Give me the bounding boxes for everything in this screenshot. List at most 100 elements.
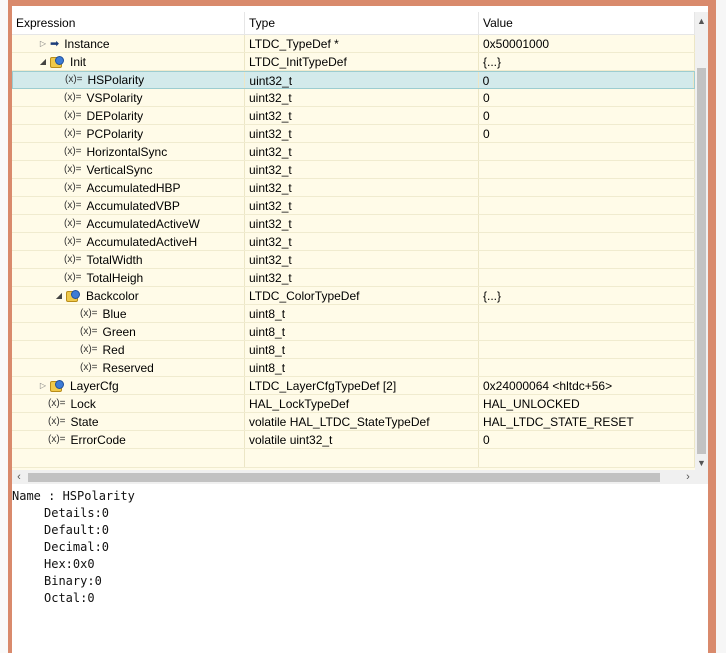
expand-arrow-right-icon[interactable]: ▷	[38, 377, 48, 394]
tree-row[interactable]: (x)= TotalHeigh uint32_t	[12, 269, 695, 287]
expression-cell: (x)= State	[12, 413, 245, 430]
value-cell[interactable]	[479, 341, 695, 358]
tree-row[interactable]: (x)= HSPolarity uint32_t 0	[12, 71, 695, 89]
type-cell: uint32_t	[245, 89, 479, 106]
value-cell[interactable]	[479, 179, 695, 196]
value-cell[interactable]: 0x50001000	[479, 35, 695, 52]
details-line: Binary:0	[44, 574, 102, 588]
expression-cell: (x)= Lock	[12, 395, 245, 412]
tree-row[interactable]: (x)= ErrorCode volatile uint32_t 0	[12, 431, 695, 449]
type-cell: uint32_t	[245, 72, 479, 88]
value-cell[interactable]: HAL_LTDC_STATE_RESET	[479, 413, 695, 430]
tree-row[interactable]: (x)= AccumulatedActiveH uint32_t	[12, 233, 695, 251]
tree-header: Expression Type Value	[12, 12, 695, 35]
column-header-value[interactable]: Value	[479, 12, 695, 34]
expression-cell: (x)= VSPolarity	[12, 89, 245, 106]
horizontal-scroll-thumb[interactable]	[28, 473, 660, 482]
value-cell[interactable]: 0	[479, 431, 695, 448]
vertical-scroll-thumb[interactable]	[697, 68, 706, 454]
scroll-left-icon[interactable]: ‹	[12, 470, 26, 484]
variable-icon: (x)=	[64, 127, 82, 139]
tree-row[interactable]: (x)= PCPolarity uint32_t 0	[12, 125, 695, 143]
tree-row[interactable]: ▷ LayerCfg LTDC_LayerCfgTypeDef [2] 0x24000…	[12, 377, 695, 395]
value-cell[interactable]: {...}	[479, 53, 695, 70]
value-cell[interactable]	[479, 323, 695, 340]
tree-row[interactable]: (x)= Green uint8_t	[12, 323, 695, 341]
expression-cell: ◢ Init	[12, 53, 245, 70]
expand-arrow-right-icon[interactable]: ▷	[38, 35, 48, 52]
expression-name: VerticalSync	[86, 162, 153, 177]
value-cell[interactable]	[479, 305, 695, 322]
expression-cell: ▷ LayerCfg	[12, 377, 245, 394]
value-cell[interactable]	[479, 143, 695, 160]
tree-row[interactable]: (x)= Reserved uint8_t	[12, 359, 695, 377]
tree-row[interactable]: (x)= DEPolarity uint32_t 0	[12, 107, 695, 125]
value-cell[interactable]	[479, 359, 695, 376]
value-cell[interactable]: 0	[479, 89, 695, 106]
tree-row[interactable]: (x)= Blue uint8_t	[12, 305, 695, 323]
value-cell[interactable]: 0	[479, 125, 695, 142]
expression-cell: ▷ ➡ Instance	[12, 35, 245, 52]
details-line: Details:0	[44, 506, 110, 520]
vertical-scrollbar[interactable]: ▲ ▼	[695, 12, 708, 470]
tree-row[interactable]: (x)= AccumulatedVBP uint32_t	[12, 197, 695, 215]
tree-row[interactable]: (x)= AccumulatedActiveW uint32_t	[12, 215, 695, 233]
tree-row[interactable]: (x)= VSPolarity uint32_t 0	[12, 89, 695, 107]
value-cell[interactable]: {...}	[479, 287, 695, 304]
column-header-expression[interactable]: Expression	[12, 12, 245, 34]
tree-row[interactable]: ◢ Backcolor LTDC_ColorTypeDef {...}	[12, 287, 695, 305]
variable-icon: (x)=	[80, 361, 98, 373]
type-cell: uint32_t	[245, 161, 479, 178]
details-pane[interactable]: Name : HSPolarity Details:0 Default:0 De…	[12, 486, 695, 653]
variable-icon: (x)=	[80, 325, 98, 337]
expression-cell: ◢ Backcolor	[12, 287, 245, 304]
tree-row[interactable]: ◢ Init LTDC_InitTypeDef {...}	[12, 53, 695, 71]
expression-name: Green	[102, 324, 136, 339]
scroll-down-icon[interactable]: ▼	[695, 456, 708, 470]
details-line: Octal:0	[44, 591, 95, 605]
scroll-up-icon[interactable]: ▲	[695, 14, 708, 28]
tree-row[interactable]: (x)= Red uint8_t	[12, 341, 695, 359]
expand-arrow-down-icon[interactable]: ◢	[38, 53, 48, 70]
expression-cell: (x)= DEPolarity	[12, 107, 245, 124]
value-cell[interactable]	[479, 215, 695, 232]
background-editor-strip	[0, 0, 8, 653]
column-header-type[interactable]: Type	[245, 12, 479, 34]
value-cell[interactable]	[479, 197, 695, 214]
expression-cell: (x)= Red	[12, 341, 245, 358]
tree-row[interactable]: (x)= TotalWidth uint32_t	[12, 251, 695, 269]
tree-row[interactable]: (x)= Lock HAL_LockTypeDef HAL_UNLOCKED	[12, 395, 695, 413]
type-cell: uint8_t	[245, 341, 479, 358]
type-cell: uint8_t	[245, 305, 479, 322]
expression-name: Lock	[70, 396, 96, 411]
value-cell[interactable]: 0x24000064 <hltdc+56>	[479, 377, 695, 394]
expressions-view-frame: Expression Type Value ▷ ➡ Instance LTDC_Typ…	[8, 0, 716, 653]
scroll-right-icon[interactable]: ›	[681, 470, 695, 484]
expand-arrow-down-icon[interactable]: ◢	[54, 287, 64, 304]
tree-row[interactable]: (x)= VerticalSync uint32_t	[12, 161, 695, 179]
expressions-view: Expression Type Value ▷ ➡ Instance LTDC_Typ…	[12, 6, 708, 653]
expression-cell: (x)= AccumulatedHBP	[12, 179, 245, 196]
type-cell: uint32_t	[245, 251, 479, 268]
value-cell[interactable]	[479, 161, 695, 178]
type-cell: LTDC_ColorTypeDef	[245, 287, 479, 304]
expression-name: AccumulatedHBP	[86, 180, 181, 195]
variable-icon: (x)=	[64, 163, 82, 175]
expression-cell: (x)= AccumulatedActiveW	[12, 215, 245, 232]
expression-cell: (x)= HSPolarity	[13, 72, 246, 88]
value-cell[interactable]	[479, 269, 695, 286]
tree-rows: ▷ ➡ Instance LTDC_TypeDef * 0x50001000 ◢ Init L…	[12, 35, 695, 449]
value-cell[interactable]	[479, 251, 695, 268]
expression-tree[interactable]: Expression Type Value ▷ ➡ Instance LTDC_Typ…	[12, 12, 695, 470]
type-cell: uint32_t	[245, 143, 479, 160]
value-cell[interactable]: 0	[479, 107, 695, 124]
value-cell[interactable]	[479, 233, 695, 250]
expression-cell: (x)= Reserved	[12, 359, 245, 376]
tree-row[interactable]: ▷ ➡ Instance LTDC_TypeDef * 0x50001000	[12, 35, 695, 53]
tree-row[interactable]: (x)= State volatile HAL_LTDC_StateTypeDef H…	[12, 413, 695, 431]
tree-row[interactable]: (x)= AccumulatedHBP uint32_t	[12, 179, 695, 197]
value-cell[interactable]: HAL_UNLOCKED	[479, 395, 695, 412]
horizontal-scrollbar[interactable]: ‹ ›	[12, 470, 695, 484]
value-cell[interactable]: 0	[479, 72, 694, 88]
tree-row[interactable]: (x)= HorizontalSync uint32_t	[12, 143, 695, 161]
